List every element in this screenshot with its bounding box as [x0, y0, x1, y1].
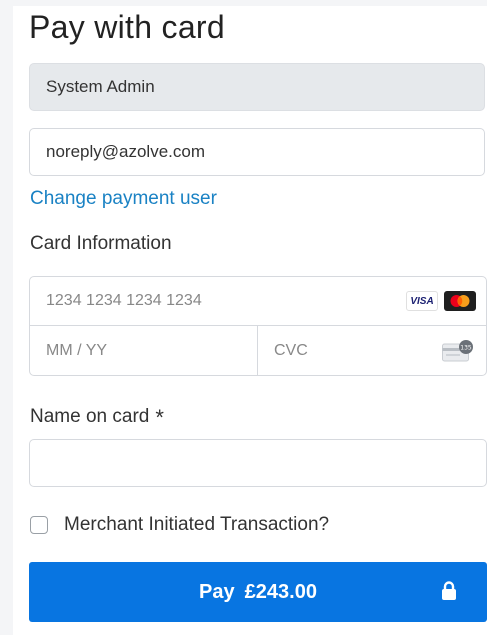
- cvc-card-icon: 135: [442, 340, 474, 367]
- pay-button-amount: £243.00: [244, 580, 317, 603]
- name-on-card-label-text: Name on card: [30, 406, 150, 427]
- name-on-card-input[interactable]: [29, 439, 487, 487]
- card-expiry-input[interactable]: MM / YY: [30, 326, 258, 375]
- email-value: noreply@azolve.com: [46, 142, 205, 161]
- pay-button[interactable]: Pay £243.00: [29, 562, 487, 622]
- payment-panel: Pay with card System Admin noreply@azolv…: [13, 6, 487, 635]
- mastercard-icon: [444, 291, 476, 311]
- email-field[interactable]: noreply@azolve.com: [29, 128, 485, 176]
- cvc-icon-text: 135: [460, 344, 472, 351]
- lock-icon: [441, 581, 457, 607]
- merchant-initiated-label: Merchant Initiated Transaction?: [64, 514, 330, 535]
- card-expiry-placeholder: MM / YY: [46, 341, 108, 359]
- required-asterisk: *: [155, 405, 164, 430]
- visa-icon: VISA: [406, 291, 438, 311]
- card-cvc-placeholder: CVC: [274, 341, 308, 359]
- card-number-placeholder: 1234 1234 1234 1234: [46, 292, 202, 309]
- visa-icon-text: VISA: [410, 295, 434, 307]
- pay-button-label: Pay: [199, 580, 235, 603]
- user-name-field: System Admin: [29, 63, 485, 111]
- card-information-label: Card Information: [30, 233, 172, 254]
- page-title: Pay with card: [29, 9, 225, 45]
- user-name-value: System Admin: [46, 77, 155, 96]
- card-brands: VISA: [406, 291, 476, 311]
- merchant-initiated-checkbox[interactable]: [30, 516, 48, 534]
- name-on-card-label: Name on card *: [30, 405, 164, 431]
- card-information-group: 1234 1234 1234 1234 VISA MM / YY CVC 135: [29, 276, 487, 376]
- change-payment-user-link[interactable]: Change payment user: [30, 188, 217, 210]
- page-background-left: [0, 0, 13, 635]
- merchant-initiated-checkbox-row[interactable]: Merchant Initiated Transaction?: [30, 514, 329, 536]
